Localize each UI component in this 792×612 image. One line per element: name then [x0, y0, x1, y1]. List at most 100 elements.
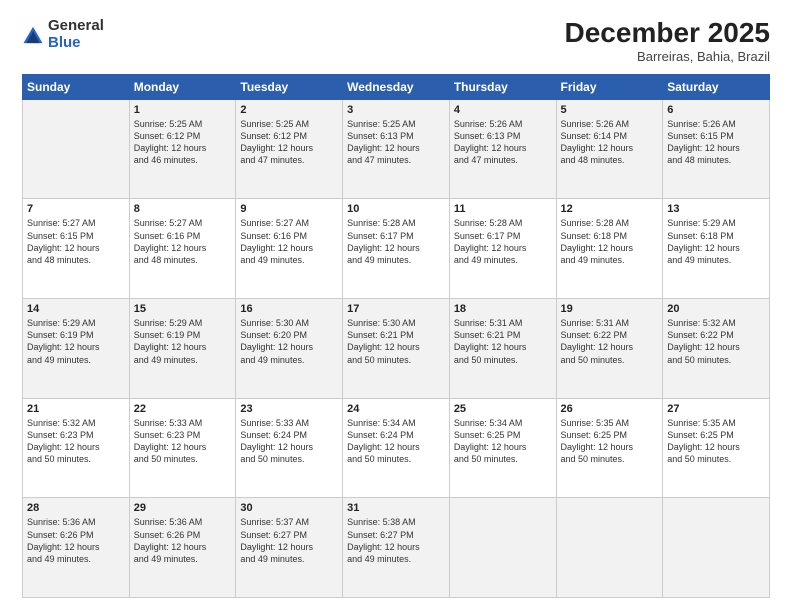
table-row: 18 Sunrise: 5:31 AM Sunset: 6:21 PM Dayli…	[449, 299, 556, 399]
day-number: 31	[347, 502, 445, 514]
header-monday: Monday	[129, 74, 236, 99]
day-info: Sunrise: 5:33 AM Sunset: 6:23 PM Dayligh…	[134, 417, 232, 466]
day-info: Sunrise: 5:27 AM Sunset: 6:16 PM Dayligh…	[134, 217, 232, 266]
table-row: 27 Sunrise: 5:35 AM Sunset: 6:25 PM Dayli…	[663, 398, 770, 498]
calendar-table: Sunday Monday Tuesday Wednesday Thursday…	[22, 74, 770, 598]
day-number: 5	[561, 104, 659, 116]
table-row: 16 Sunrise: 5:30 AM Sunset: 6:20 PM Dayli…	[236, 299, 343, 399]
table-row: 20 Sunrise: 5:32 AM Sunset: 6:22 PM Dayli…	[663, 299, 770, 399]
table-row: 28 Sunrise: 5:36 AM Sunset: 6:26 PM Dayli…	[23, 498, 130, 598]
day-number: 4	[454, 104, 552, 116]
header-wednesday: Wednesday	[343, 74, 450, 99]
table-row: 26 Sunrise: 5:35 AM Sunset: 6:25 PM Dayli…	[556, 398, 663, 498]
day-number: 23	[240, 403, 338, 415]
day-number: 21	[27, 403, 125, 415]
day-info: Sunrise: 5:25 AM Sunset: 6:13 PM Dayligh…	[347, 118, 445, 167]
logo-icon	[22, 24, 44, 46]
calendar-week-row: 28 Sunrise: 5:36 AM Sunset: 6:26 PM Dayli…	[23, 498, 770, 598]
table-row: 2Sunrise: 5:25 AM Sunset: 6:12 PM Daylig…	[236, 99, 343, 199]
day-number: 24	[347, 403, 445, 415]
day-number: 8	[134, 203, 232, 215]
table-row: 25Sunrise: 5:34 AM Sunset: 6:25 PM Dayli…	[449, 398, 556, 498]
day-info: Sunrise: 5:27 AM Sunset: 6:16 PM Dayligh…	[240, 217, 338, 266]
table-row: 19Sunrise: 5:31 AM Sunset: 6:22 PM Dayli…	[556, 299, 663, 399]
day-number: 29	[134, 502, 232, 514]
table-row: 10 Sunrise: 5:28 AM Sunset: 6:17 PM Dayli…	[343, 199, 450, 299]
day-number: 18	[454, 303, 552, 315]
day-info: Sunrise: 5:31 AM Sunset: 6:22 PM Dayligh…	[561, 317, 659, 366]
month-title: December 2025	[565, 18, 770, 49]
table-row: 3 Sunrise: 5:25 AM Sunset: 6:13 PM Daylig…	[343, 99, 450, 199]
table-row: 12 Sunrise: 5:28 AM Sunset: 6:18 PM Dayli…	[556, 199, 663, 299]
day-number: 3	[347, 104, 445, 116]
header-friday: Friday	[556, 74, 663, 99]
day-info: Sunrise: 5:29 AM Sunset: 6:18 PM Dayligh…	[667, 217, 765, 266]
day-number: 30	[240, 502, 338, 514]
day-number: 27	[667, 403, 765, 415]
day-number: 15	[134, 303, 232, 315]
title-area: December 2025 Barreiras, Bahia, Brazil	[565, 18, 770, 64]
day-info: Sunrise: 5:35 AM Sunset: 6:25 PM Dayligh…	[561, 417, 659, 466]
day-info: Sunrise: 5:26 AM Sunset: 6:15 PM Dayligh…	[667, 118, 765, 167]
day-info: Sunrise: 5:32 AM Sunset: 6:23 PM Dayligh…	[27, 417, 125, 466]
table-row: 7 Sunrise: 5:27 AM Sunset: 6:15 PM Daylig…	[23, 199, 130, 299]
header-sunday: Sunday	[23, 74, 130, 99]
day-number: 7	[27, 203, 125, 215]
table-row	[449, 498, 556, 598]
day-number: 11	[454, 203, 552, 215]
table-row: 11 Sunrise: 5:28 AM Sunset: 6:17 PM Dayli…	[449, 199, 556, 299]
table-row: 30Sunrise: 5:37 AM Sunset: 6:27 PM Dayli…	[236, 498, 343, 598]
day-info: Sunrise: 5:36 AM Sunset: 6:26 PM Dayligh…	[134, 516, 232, 565]
day-number: 12	[561, 203, 659, 215]
weekday-header-row: Sunday Monday Tuesday Wednesday Thursday…	[23, 74, 770, 99]
day-info: Sunrise: 5:31 AM Sunset: 6:21 PM Dayligh…	[454, 317, 552, 366]
day-info: Sunrise: 5:25 AM Sunset: 6:12 PM Dayligh…	[134, 118, 232, 167]
day-number: 9	[240, 203, 338, 215]
day-info: Sunrise: 5:38 AM Sunset: 6:27 PM Dayligh…	[347, 516, 445, 565]
day-number: 13	[667, 203, 765, 215]
page: General Blue December 2025 Barreiras, Ba…	[0, 0, 792, 612]
day-info: Sunrise: 5:30 AM Sunset: 6:20 PM Dayligh…	[240, 317, 338, 366]
day-number: 1	[134, 104, 232, 116]
logo: General Blue	[22, 18, 104, 51]
day-info: Sunrise: 5:32 AM Sunset: 6:22 PM Dayligh…	[667, 317, 765, 366]
calendar-week-row: 1 Sunrise: 5:25 AM Sunset: 6:12 PM Daylig…	[23, 99, 770, 199]
table-row: 14Sunrise: 5:29 AM Sunset: 6:19 PM Dayli…	[23, 299, 130, 399]
day-info: Sunrise: 5:27 AM Sunset: 6:15 PM Dayligh…	[27, 217, 125, 266]
day-number: 16	[240, 303, 338, 315]
table-row: 1 Sunrise: 5:25 AM Sunset: 6:12 PM Daylig…	[129, 99, 236, 199]
table-row: 4 Sunrise: 5:26 AM Sunset: 6:13 PM Daylig…	[449, 99, 556, 199]
table-row: 15 Sunrise: 5:29 AM Sunset: 6:19 PM Dayli…	[129, 299, 236, 399]
day-info: Sunrise: 5:28 AM Sunset: 6:17 PM Dayligh…	[347, 217, 445, 266]
day-number: 20	[667, 303, 765, 315]
day-info: Sunrise: 5:25 AM Sunset: 6:12 PM Dayligh…	[240, 118, 338, 167]
day-info: Sunrise: 5:36 AM Sunset: 6:26 PM Dayligh…	[27, 516, 125, 565]
day-info: Sunrise: 5:35 AM Sunset: 6:25 PM Dayligh…	[667, 417, 765, 466]
logo-general: General	[48, 17, 104, 34]
table-row	[556, 498, 663, 598]
day-info: Sunrise: 5:28 AM Sunset: 6:18 PM Dayligh…	[561, 217, 659, 266]
table-row: 31 Sunrise: 5:38 AM Sunset: 6:27 PM Dayli…	[343, 498, 450, 598]
day-info: Sunrise: 5:26 AM Sunset: 6:13 PM Dayligh…	[454, 118, 552, 167]
calendar-week-row: 21 Sunrise: 5:32 AM Sunset: 6:23 PM Dayli…	[23, 398, 770, 498]
day-number: 22	[134, 403, 232, 415]
day-info: Sunrise: 5:28 AM Sunset: 6:17 PM Dayligh…	[454, 217, 552, 266]
day-info: Sunrise: 5:29 AM Sunset: 6:19 PM Dayligh…	[27, 317, 125, 366]
day-info: Sunrise: 5:30 AM Sunset: 6:21 PM Dayligh…	[347, 317, 445, 366]
day-number: 28	[27, 502, 125, 514]
day-number: 25	[454, 403, 552, 415]
header: General Blue December 2025 Barreiras, Ba…	[22, 18, 770, 64]
header-tuesday: Tuesday	[236, 74, 343, 99]
day-number: 26	[561, 403, 659, 415]
day-info: Sunrise: 5:26 AM Sunset: 6:14 PM Dayligh…	[561, 118, 659, 167]
day-info: Sunrise: 5:29 AM Sunset: 6:19 PM Dayligh…	[134, 317, 232, 366]
day-number: 17	[347, 303, 445, 315]
day-info: Sunrise: 5:33 AM Sunset: 6:24 PM Dayligh…	[240, 417, 338, 466]
day-number: 10	[347, 203, 445, 215]
table-row: 9 Sunrise: 5:27 AM Sunset: 6:16 PM Daylig…	[236, 199, 343, 299]
table-row: 24 Sunrise: 5:34 AM Sunset: 6:24 PM Dayli…	[343, 398, 450, 498]
day-info: Sunrise: 5:34 AM Sunset: 6:24 PM Dayligh…	[347, 417, 445, 466]
subtitle: Barreiras, Bahia, Brazil	[565, 49, 770, 64]
calendar-week-row: 14Sunrise: 5:29 AM Sunset: 6:19 PM Dayli…	[23, 299, 770, 399]
table-row	[663, 498, 770, 598]
